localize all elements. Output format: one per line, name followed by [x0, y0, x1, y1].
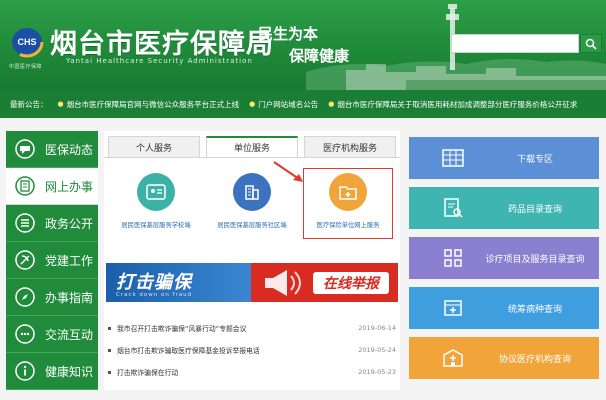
sidebar-item-label: 健康知识 [45, 364, 94, 379]
news-title[interactable]: 我市召开打击欺诈骗保“风暴行动”专题会议 [117, 323, 358, 333]
sidebar-item-label: 医保动态 [45, 142, 94, 157]
list-icon [13, 211, 37, 235]
announcement-text[interactable]: 门户网站域名公告 [258, 99, 318, 110]
banner-title: 打击骗保 [116, 272, 192, 293]
highlight-box [303, 168, 393, 239]
bullet-icon: ● [57, 100, 64, 108]
announcement-text[interactable]: 烟台市医疗保障局关于取消医用耗材加成调整部分医疗服务价格公开征求 [337, 99, 577, 110]
search-button[interactable] [580, 34, 602, 53]
search-icon [585, 38, 597, 50]
bullet-icon: ● [249, 100, 256, 108]
info-icon [13, 359, 37, 383]
quick-link-label: 统筹病种查询 [507, 304, 562, 315]
pointer-arrow-icon [273, 161, 303, 182]
service-label: 居民医保基层服务学校端 [121, 222, 191, 229]
sidebar-item-service-guide[interactable]: 办事指南 [6, 279, 98, 316]
quick-link-downloads[interactable]: 下载专区 [409, 137, 599, 179]
svg-text:CHS: CHS [17, 37, 36, 47]
sidebar-item-label: 交流互动 [45, 327, 94, 342]
news-date: 2019-05-24 [358, 346, 396, 354]
sidebar-item-interaction[interactable]: 交流互动 [6, 316, 98, 353]
sidebar-item-news[interactable]: 医保动态 [6, 131, 98, 168]
site-title[interactable]: 烟台市医疗保障局 [50, 22, 274, 61]
online-report-banner[interactable]: 在线举报 [251, 263, 398, 302]
logo-caption: 中国医疗保障 [9, 64, 43, 70]
service-tabs: 个人服务 单位服务 医疗机构服务 [104, 136, 400, 158]
search-input[interactable] [451, 34, 579, 53]
quick-link-label: 下载专区 [516, 154, 553, 165]
bullet-icon [108, 348, 111, 352]
quick-link-drug-catalog[interactable]: 药品目录查询 [409, 187, 599, 229]
announcement-text[interactable]: 烟台市医疗保障局官网与微信公众服务平台正式上线 [67, 99, 240, 110]
megaphone-icon [265, 270, 301, 296]
building-icon [233, 173, 271, 211]
site-header: CHS 中国医疗保障 烟台市医疗保障局 Yantai Healthcare Se… [0, 0, 606, 90]
anti-fraud-banner-left: 打击骗保 Crack down on fraud [106, 263, 251, 302]
news-list-item[interactable]: 打击欺诈骗保在行动 2019-05-23 [104, 361, 400, 383]
bullet-icon: ● [328, 100, 335, 108]
compass-icon [13, 285, 37, 309]
sidebar-item-online-services[interactable]: 网上办事 [6, 168, 98, 205]
party-emblem-icon [13, 248, 37, 272]
sidebar-nav: 医保动态 网上办事 政务公开 党建工作 办事指南 交流互动 健康知识 [6, 131, 98, 390]
service-label: 居民医保基层服务社区端 [217, 222, 287, 229]
bullet-icon [108, 326, 111, 330]
grid-icon [441, 146, 465, 170]
news-date: 2019-06-14 [358, 324, 396, 332]
quick-link-contract-institutions[interactable]: 协议医疗机构查询 [409, 337, 599, 379]
tab-employer-services[interactable]: 单位服务 [206, 136, 298, 158]
news-title[interactable]: 烟台市打击欺诈骗取医疗保障基金投诉举报电话 [117, 345, 358, 355]
quick-link-label: 药品目录查询 [507, 204, 562, 215]
tab-divider [104, 157, 400, 158]
tab-medical-institution-services[interactable]: 医疗机构服务 [304, 136, 396, 158]
slogan-line-1: 民生为本 [258, 25, 319, 43]
clipboard-search-icon [441, 196, 465, 220]
site-subtitle: Yantai Healthcare Security Administratio… [66, 57, 253, 65]
medical-security-logo[interactable]: CHS [10, 24, 44, 64]
speech-bubble-icon [13, 137, 37, 161]
document-icon [13, 174, 37, 198]
sidebar-item-label: 办事指南 [45, 290, 94, 305]
announcement-item[interactable]: ● 门户网站域名公告 [249, 99, 318, 110]
news-list-item[interactable]: 烟台市打击欺诈骗取医疗保障基金投诉举报电话 2019-05-24 [104, 339, 400, 361]
sidebar-item-government-affairs[interactable]: 政务公开 [6, 205, 98, 242]
quick-link-label: 诊疗项目及服务目录查询 [485, 254, 585, 265]
quick-link-disease-catalog[interactable]: 统筹病种查询 [409, 287, 599, 329]
sidebar-item-label: 网上办事 [45, 179, 94, 194]
service-school-portal[interactable]: 居民医保基层服务学校端 [108, 173, 204, 243]
sidebar-item-label: 党建工作 [45, 253, 94, 268]
id-card-icon [137, 173, 175, 211]
quick-link-treatment-catalog[interactable]: 诊疗项目及服务目录查询 [409, 237, 599, 279]
add-folder-icon [441, 296, 465, 320]
news-list-item[interactable]: 我市召开打击欺诈骗保“风暴行动”专题会议 2019-06-14 [104, 317, 400, 339]
sidebar-item-party-building[interactable]: 党建工作 [6, 242, 98, 279]
bullet-icon [108, 370, 111, 374]
apps-grid-icon [441, 246, 465, 270]
sidebar-item-health-knowledge[interactable]: 健康知识 [6, 353, 98, 390]
announcement-bar: 最新公告： ● 烟台市医疗保障局官网与微信公众服务平台正式上线 ● 门户网站域名… [0, 90, 606, 118]
news-list: 我市召开打击欺诈骗保“风暴行动”专题会议 2019-06-14 烟台市打击欺诈骗… [104, 317, 400, 383]
online-services-panel: 个人服务 单位服务 医疗机构服务 居民医保基层服务学校端 居民医保基层服务社区端… [104, 131, 400, 390]
tab-personal-services[interactable]: 个人服务 [108, 136, 200, 158]
online-report-button[interactable]: 在线举报 [313, 272, 389, 294]
banner-subtitle: Crack down on fraud [116, 292, 193, 298]
news-date: 2019-05-23 [358, 368, 396, 376]
announcement-label: 最新公告： [10, 99, 48, 109]
news-title[interactable]: 打击欺诈骗保在行动 [117, 367, 358, 377]
quick-link-label: 协议医疗机构查询 [498, 354, 571, 365]
hospital-icon [441, 346, 465, 370]
anti-fraud-banner[interactable]: 打击骗保 Crack down on fraud 在线举报 [106, 263, 398, 302]
announcement-item[interactable]: ● 烟台市医疗保障局关于取消医用耗材加成调整部分医疗服务价格公开征求 [328, 99, 577, 110]
chat-icon [13, 322, 37, 346]
announcement-item[interactable]: ● 烟台市医疗保障局官网与微信公众服务平台正式上线 [58, 99, 240, 110]
sidebar-item-label: 政务公开 [45, 216, 94, 231]
slogan-line-2: 保障健康 [289, 47, 350, 65]
